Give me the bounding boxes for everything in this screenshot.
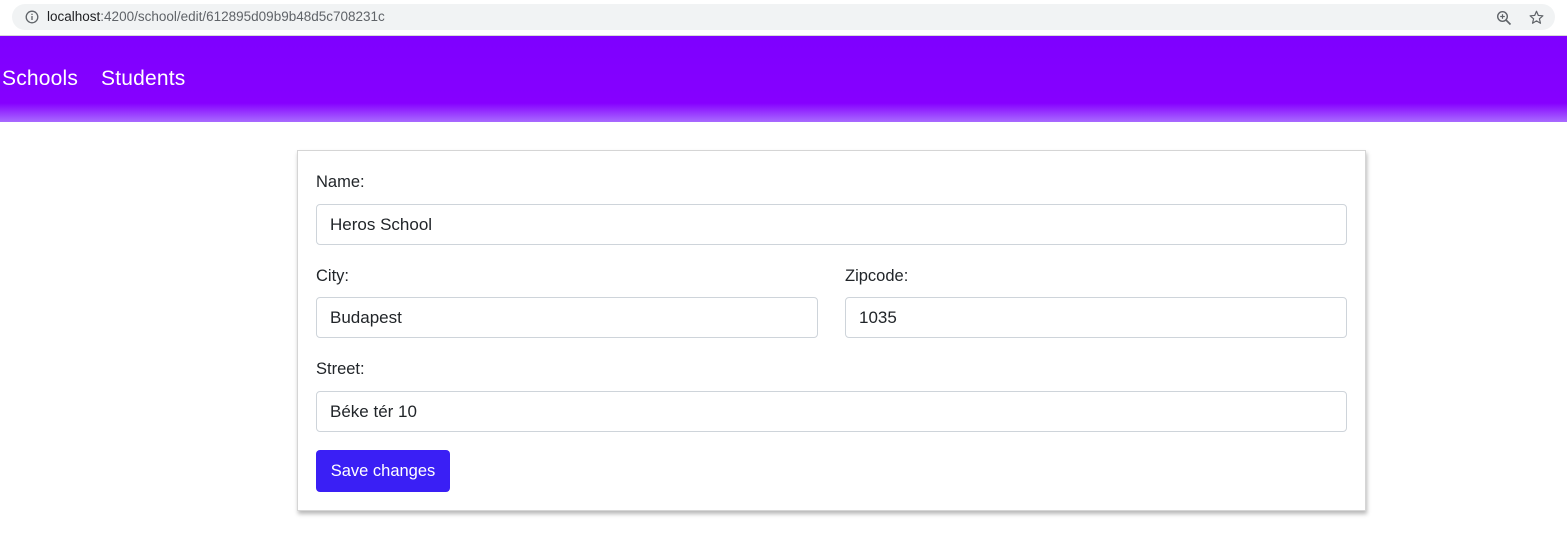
save-changes-button[interactable]: Save changes <box>316 450 450 492</box>
city-input[interactable] <box>316 297 818 338</box>
name-label: Name: <box>316 173 365 191</box>
info-icon[interactable] <box>25 10 39 24</box>
zipcode-label: Zipcode: <box>845 267 909 285</box>
url-host: localhost <box>47 9 101 24</box>
url-bar[interactable]: localhost:4200/school/edit/612895d09b9b4… <box>12 4 1555 30</box>
browser-address-bar: localhost:4200/school/edit/612895d09b9b4… <box>0 0 1567 36</box>
name-input[interactable] <box>316 204 1347 245</box>
zoom-icon[interactable] <box>1496 10 1512 26</box>
city-label: City: <box>316 267 349 285</box>
street-label: Street: <box>316 360 365 378</box>
star-icon[interactable] <box>1528 9 1545 26</box>
nav-link-schools[interactable]: Schools <box>2 67 78 91</box>
zipcode-input[interactable] <box>845 297 1347 338</box>
street-input[interactable] <box>316 391 1347 432</box>
school-edit-form: Name: City: Zipcode: Street: Save change… <box>297 150 1366 511</box>
app-navbar: Schools Students <box>0 36 1567 122</box>
url-text[interactable]: localhost:4200/school/edit/612895d09b9b4… <box>47 9 385 25</box>
url-path: :4200/school/edit/612895d09b9b48d5c70823… <box>100 9 385 24</box>
nav-link-students[interactable]: Students <box>101 67 186 91</box>
